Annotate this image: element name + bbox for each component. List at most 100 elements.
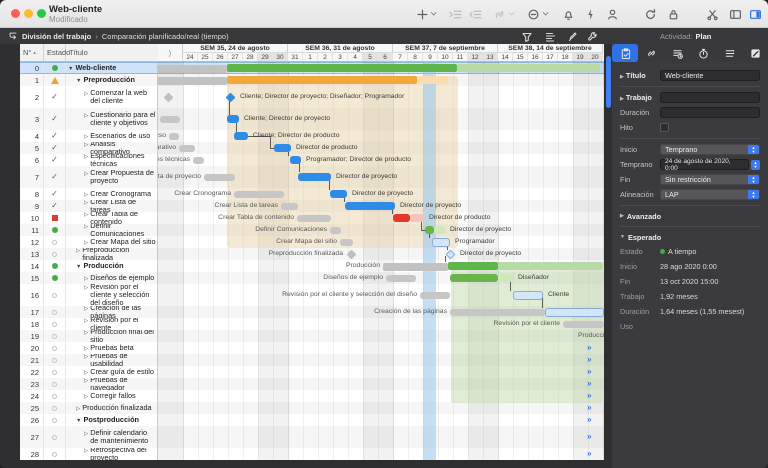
day-header[interactable]: 8	[408, 53, 423, 62]
column-header-titulo[interactable]: Título	[66, 44, 158, 61]
disclosure-icon[interactable]: ▷	[84, 133, 88, 141]
task-title-cell[interactable]: ▷Diseños de ejemplo	[66, 272, 158, 284]
disclosure-icon[interactable]: ▷	[84, 142, 88, 149]
day-header[interactable]: 29	[258, 53, 273, 62]
day-header[interactable]: 11	[453, 53, 468, 62]
activity-selector[interactable]: Actividad: Plan	[660, 28, 711, 44]
disclosure-icon[interactable]: ▷	[76, 248, 80, 255]
disclosure-icon[interactable]: ▼	[76, 417, 81, 425]
group-chevron-icon[interactable]	[541, 6, 550, 22]
day-header[interactable]: 31	[288, 53, 303, 62]
task-title-cell[interactable]: ▷Comenzar la web del cliente	[66, 86, 158, 108]
task-title-cell[interactable]: ▼Postproducción	[66, 414, 158, 426]
task-title-cell[interactable]: ▷Cuestionario para el cliente y objetivo…	[66, 108, 158, 130]
conflicts-icon[interactable]	[582, 6, 598, 22]
disclosure-icon[interactable]: ▷	[84, 154, 88, 161]
dropdown-arrows-icon[interactable]: ▲▼	[748, 144, 759, 155]
avanzado-section[interactable]: ▶Avanzado	[612, 209, 768, 223]
resources-icon[interactable]	[604, 6, 620, 22]
task-title-cell[interactable]: ▷Crear guía de estilo	[66, 366, 158, 378]
task-title-cell[interactable]: ▷Corregir fallos	[66, 390, 158, 402]
task-title-cell[interactable]: ▷Crear Cronograma	[66, 188, 158, 200]
disclosure-icon[interactable]: ▼	[76, 263, 81, 271]
outdent-icon[interactable]	[467, 6, 483, 22]
panel-right-icon[interactable]	[747, 6, 763, 22]
day-header[interactable]: 5	[363, 53, 378, 62]
task-title-cell[interactable]: ▷Escenarios de uso	[66, 130, 158, 142]
breadcrumb-name[interactable]: Comparación planificado/real (tiempo)	[102, 32, 229, 41]
inicio-dropdown[interactable]: Temprano▲▼	[660, 144, 760, 155]
week-header[interactable]: SEM 36, 31 de agosto	[288, 44, 393, 53]
disclosure-icon[interactable]: ▷	[76, 405, 80, 413]
disclosure-icon[interactable]: ▷	[84, 112, 88, 120]
disclosure-icon[interactable]: ▷	[84, 369, 88, 377]
lock-icon[interactable]	[665, 6, 681, 22]
breadcrumb-view[interactable]: División del trabajo	[22, 32, 91, 41]
inspector-style-tab[interactable]	[742, 44, 768, 62]
day-header[interactable]: 24	[183, 53, 198, 62]
task-title-cell[interactable]: ▷Pruebas beta	[66, 342, 158, 354]
day-header[interactable]: 6	[378, 53, 393, 62]
alineacion-dropdown[interactable]: LAP▲▼	[660, 189, 760, 200]
task-title-cell[interactable]: ▷Pruebas de navegador	[66, 378, 158, 390]
close-window-button[interactable]	[11, 9, 20, 18]
disclosure-icon[interactable]: ▷	[84, 330, 88, 337]
disclosure-icon[interactable]: ▷	[84, 448, 88, 455]
zoom-window-button[interactable]	[37, 9, 46, 18]
format-icon[interactable]	[566, 30, 579, 43]
task-title-cell[interactable]: ▷Crear Mapa del sitio	[66, 236, 158, 248]
disclosure-icon[interactable]: ▷	[84, 284, 88, 292]
day-header[interactable]: 2	[318, 53, 333, 62]
day-header[interactable]: 18	[558, 53, 573, 62]
disclosure-icon[interactable]: ▷	[84, 200, 88, 207]
day-header[interactable]: 27	[228, 53, 243, 62]
disclosure-icon[interactable]: ▷	[84, 354, 88, 361]
column-header-estado[interactable]: Estado	[44, 44, 66, 61]
duracion-input[interactable]	[660, 107, 760, 118]
day-header[interactable]: 26	[213, 53, 228, 62]
dropdown-arrows-icon[interactable]: ▲▼	[748, 174, 759, 185]
date-stepper-icon[interactable]: ▲▼	[751, 160, 760, 170]
column-header-num[interactable]: N°▲	[20, 44, 44, 61]
task-title-cell[interactable]: ▷Crear Tabla de contenido	[66, 212, 158, 224]
task-title-cell[interactable]: ▷Crear Lista de tareas	[66, 200, 158, 212]
activity-value[interactable]: Plan	[696, 32, 712, 41]
task-title-cell[interactable]: ▷Crear Propuesta de proyecto	[66, 166, 158, 188]
day-header[interactable]: 20	[588, 53, 603, 62]
breadcrumb[interactable]: División del trabajo › Comparación plani…	[8, 28, 229, 44]
inspector-finance-tab[interactable]	[664, 44, 690, 62]
disclosure-icon[interactable]: ▷	[84, 90, 88, 98]
disclosure-icon[interactable]: ▷	[84, 430, 88, 438]
task-title-cell[interactable]: ▷Definir calendario de mantenimiento	[66, 426, 158, 448]
day-header[interactable]: 25	[198, 53, 213, 62]
week-header[interactable]: SEM 37, 7 de septiembre	[393, 44, 498, 53]
timeline-header[interactable]: ⟩SEM 35, 24 de agosto24252627282930SEM 3…	[158, 44, 604, 62]
day-header[interactable]: 19	[573, 53, 588, 62]
settings-icon[interactable]	[586, 30, 599, 43]
sync-icon[interactable]	[642, 6, 658, 22]
disclosure-icon[interactable]: ▷	[84, 393, 88, 401]
temprano-date-input[interactable]: 24 de agosto de 2020, 0:00	[660, 159, 749, 170]
tools-icon[interactable]	[704, 6, 720, 22]
panel-left-icon[interactable]	[727, 6, 743, 22]
day-header[interactable]: 16	[528, 53, 543, 62]
disclosure-icon[interactable]: ▼	[76, 77, 81, 85]
attach-icon[interactable]	[491, 6, 507, 22]
collapsed-columns-indicator[interactable]: ⟩	[158, 44, 183, 62]
disclosure-icon[interactable]: ▷	[84, 318, 88, 325]
style-icon[interactable]	[544, 30, 557, 43]
filter-icon[interactable]	[521, 30, 534, 43]
task-title-cell[interactable]: ▼Producción	[66, 260, 158, 272]
inspector-time-tab[interactable]	[690, 44, 716, 62]
vertical-scrollbar[interactable]	[606, 56, 611, 108]
disclosure-icon[interactable]: ▷	[84, 224, 88, 231]
task-title-cell[interactable]: ▷Creación de las páginas	[66, 306, 158, 318]
task-title-cell[interactable]: ▷Definir Comunicaciones	[66, 224, 158, 236]
task-title-cell[interactable]: ▼Web-cliente	[66, 63, 158, 73]
esperado-section[interactable]: ▼Esperado	[612, 230, 768, 244]
day-header[interactable]: 12	[468, 53, 483, 62]
day-header[interactable]: 28	[243, 53, 258, 62]
day-header[interactable]: 14	[498, 53, 513, 62]
day-header[interactable]: 3	[333, 53, 348, 62]
inspector-info-tab[interactable]	[612, 44, 638, 62]
